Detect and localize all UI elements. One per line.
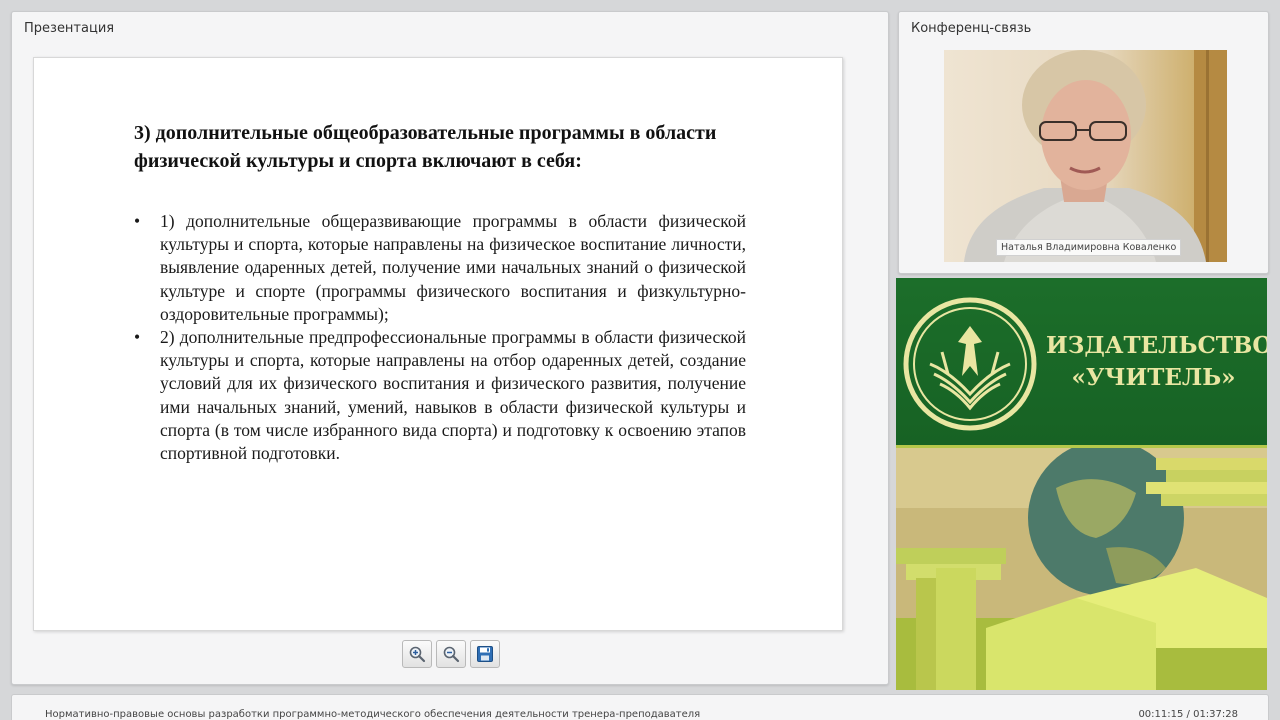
publisher-title: ИЗДАТЕЛЬСТВО «УЧИТЕЛЬ» [1046,330,1267,394]
conference-panel: Конференц-связь Наталья Владимировна Ков… [898,11,1269,274]
publisher-title-line1: ИЗДАТЕЛЬСТВО [1046,332,1267,359]
publisher-banner-header: ИЗДАТЕЛЬСТВО «УЧИТЕЛЬ» [896,278,1267,448]
zoom-out-icon [443,646,460,663]
presentation-panel-title: Презентация [24,21,115,36]
save-icon [477,646,493,662]
slide-bullet-list: • 1) дополнительные общеразвивающие прог… [134,210,746,465]
footer-bar: Нормативно-правовые основы разработки пр… [11,694,1269,720]
slide-bullet-item: • 2) дополнительные предпрофессиональные… [134,326,746,465]
save-button[interactable] [470,640,500,668]
publisher-logo-icon [903,297,1037,431]
presentation-panel: Презентация 3) дополнительные общеобразо… [11,11,889,685]
slide-heading: 3) дополнительные общеобразовательные пр… [134,122,717,172]
speaker-figure [964,50,1227,262]
zoom-in-button[interactable] [402,640,432,668]
slide-bullet-text: 1) дополнительные общеразвивающие програ… [160,211,746,324]
playback-time: 00:11:15 / 01:37:28 [1138,709,1238,720]
books-globe-illustration [896,448,1267,690]
zoom-in-icon [409,646,426,663]
slide-toolbar [402,640,500,668]
speaker-name-tag: Наталья Владимировна Коваленко [996,239,1182,256]
slide: 3) дополнительные общеобразовательные пр… [33,57,843,631]
publisher-banner: ИЗДАТЕЛЬСТВО «УЧИТЕЛЬ» [896,278,1267,690]
speaker-video: Наталья Владимировна Коваленко [944,50,1227,262]
bullet-marker: • [134,327,141,348]
bullet-marker: • [134,211,141,231]
slide-bullet-text: 2) дополнительные предпрофессиональные п… [160,327,746,464]
publisher-title-line2: «УЧИТЕЛЬ» [1071,364,1236,391]
conference-panel-title: Конференц-связь [911,21,1032,36]
slide-bullet-item: • 1) дополнительные общеразвивающие прог… [134,210,746,326]
webinar-title: Нормативно-правовые основы разработки пр… [45,709,701,720]
zoom-out-button[interactable] [436,640,466,668]
